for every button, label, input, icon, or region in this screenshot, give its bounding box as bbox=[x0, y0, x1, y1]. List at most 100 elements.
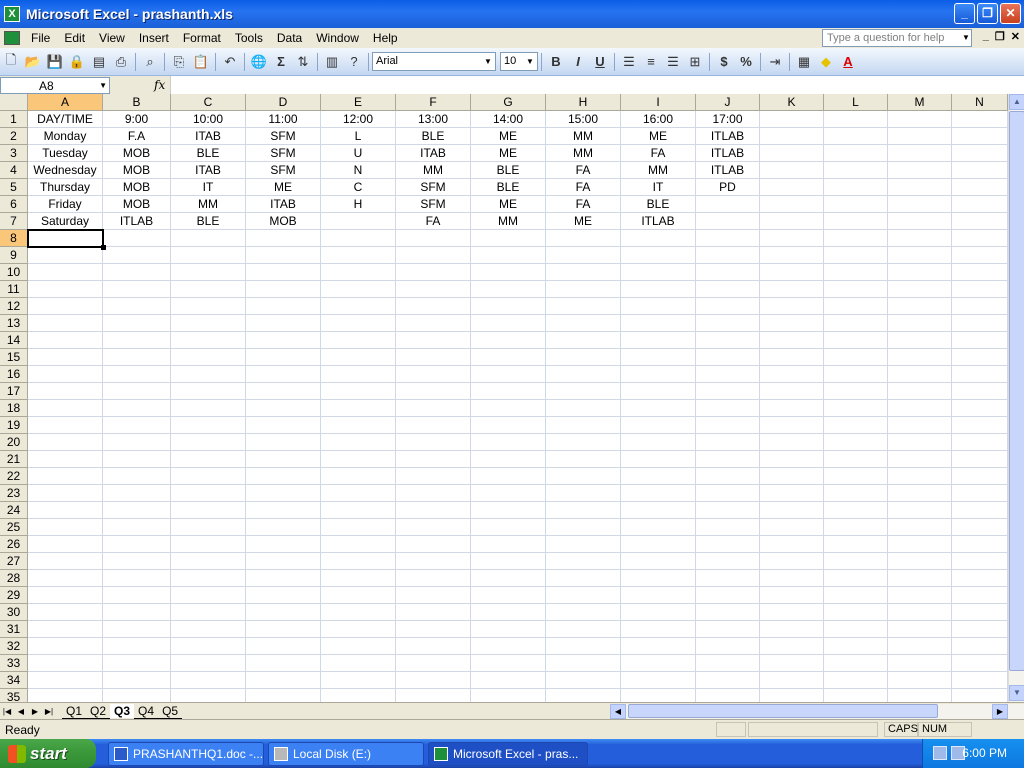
cell-b25[interactable] bbox=[103, 519, 171, 536]
cell-f3[interactable]: ITAB bbox=[396, 145, 471, 162]
cell-g10[interactable] bbox=[471, 264, 546, 281]
cell-c2[interactable]: ITAB bbox=[171, 128, 246, 145]
cell-i31[interactable] bbox=[621, 621, 696, 638]
cell-c14[interactable] bbox=[171, 332, 246, 349]
cell-c1[interactable]: 10:00 bbox=[171, 111, 246, 128]
cell-g18[interactable] bbox=[471, 400, 546, 417]
cell-e14[interactable] bbox=[321, 332, 396, 349]
cell-m7[interactable] bbox=[888, 213, 952, 230]
scroll-right-icon[interactable]: ▶ bbox=[992, 704, 1008, 719]
cell-b10[interactable] bbox=[103, 264, 171, 281]
cell-c34[interactable] bbox=[171, 672, 246, 689]
cell-h21[interactable] bbox=[546, 451, 621, 468]
merge-center-icon[interactable]: ⊞ bbox=[685, 52, 705, 72]
fill-handle[interactable] bbox=[101, 245, 106, 250]
cell-c3[interactable]: BLE bbox=[171, 145, 246, 162]
cell-d33[interactable] bbox=[246, 655, 321, 672]
cell-n5[interactable] bbox=[952, 179, 1008, 196]
cell-g33[interactable] bbox=[471, 655, 546, 672]
next-sheet-icon[interactable]: ▶ bbox=[28, 707, 42, 716]
cell-f34[interactable] bbox=[396, 672, 471, 689]
restore-button[interactable]: ❐ bbox=[977, 3, 998, 24]
cell-l17[interactable] bbox=[824, 383, 888, 400]
cell-f16[interactable] bbox=[396, 366, 471, 383]
cell-b29[interactable] bbox=[103, 587, 171, 604]
formula-input[interactable] bbox=[170, 76, 1024, 94]
row-header-10[interactable]: 10 bbox=[0, 264, 28, 281]
cell-m18[interactable] bbox=[888, 400, 952, 417]
cell-a9[interactable] bbox=[28, 247, 103, 264]
network-icon[interactable] bbox=[933, 746, 947, 760]
cell-g21[interactable] bbox=[471, 451, 546, 468]
cell-d1[interactable]: 11:00 bbox=[246, 111, 321, 128]
cell-d35[interactable] bbox=[246, 689, 321, 702]
cell-l8[interactable] bbox=[824, 230, 888, 247]
cell-k1[interactable] bbox=[760, 111, 824, 128]
cell-a15[interactable] bbox=[28, 349, 103, 366]
cell-h22[interactable] bbox=[546, 468, 621, 485]
cell-m13[interactable] bbox=[888, 315, 952, 332]
cell-c22[interactable] bbox=[171, 468, 246, 485]
copy-icon[interactable]: ⎘ bbox=[169, 52, 189, 72]
cell-k16[interactable] bbox=[760, 366, 824, 383]
cell-a18[interactable] bbox=[28, 400, 103, 417]
cell-b14[interactable] bbox=[103, 332, 171, 349]
cell-i35[interactable] bbox=[621, 689, 696, 702]
cell-m11[interactable] bbox=[888, 281, 952, 298]
row-header-17[interactable]: 17 bbox=[0, 383, 28, 400]
cell-g30[interactable] bbox=[471, 604, 546, 621]
cell-m19[interactable] bbox=[888, 417, 952, 434]
close-button[interactable]: ✕ bbox=[1000, 3, 1021, 24]
cell-g12[interactable] bbox=[471, 298, 546, 315]
cell-e3[interactable]: U bbox=[321, 145, 396, 162]
cell-d3[interactable]: SFM bbox=[246, 145, 321, 162]
cell-k31[interactable] bbox=[760, 621, 824, 638]
cell-f20[interactable] bbox=[396, 434, 471, 451]
row-header-20[interactable]: 20 bbox=[0, 434, 28, 451]
cell-a34[interactable] bbox=[28, 672, 103, 689]
cell-l23[interactable] bbox=[824, 485, 888, 502]
cell-n29[interactable] bbox=[952, 587, 1008, 604]
menu-format[interactable]: Format bbox=[176, 31, 228, 45]
cell-b2[interactable]: F.A bbox=[103, 128, 171, 145]
doc-restore-icon[interactable]: ❐ bbox=[995, 30, 1005, 43]
cell-g3[interactable]: ME bbox=[471, 145, 546, 162]
cell-j4[interactable]: ITLAB bbox=[696, 162, 760, 179]
select-all-corner[interactable] bbox=[0, 94, 28, 111]
cell-n28[interactable] bbox=[952, 570, 1008, 587]
cell-b5[interactable]: MOB bbox=[103, 179, 171, 196]
cell-n4[interactable] bbox=[952, 162, 1008, 179]
cell-n23[interactable] bbox=[952, 485, 1008, 502]
cell-h16[interactable] bbox=[546, 366, 621, 383]
cell-b18[interactable] bbox=[103, 400, 171, 417]
cell-e27[interactable] bbox=[321, 553, 396, 570]
cell-k32[interactable] bbox=[760, 638, 824, 655]
minimize-button[interactable]: _ bbox=[954, 3, 975, 24]
worksheet-grid[interactable]: A B C D E F G H I J K L M N 1 DAY/TIME 9:00 10:00 11:00 12:… bbox=[0, 94, 1008, 702]
cell-i19[interactable] bbox=[621, 417, 696, 434]
row-header-22[interactable]: 22 bbox=[0, 468, 28, 485]
cell-l24[interactable] bbox=[824, 502, 888, 519]
column-header-e[interactable]: E bbox=[321, 94, 396, 111]
cell-j15[interactable] bbox=[696, 349, 760, 366]
cell-n34[interactable] bbox=[952, 672, 1008, 689]
cell-l5[interactable] bbox=[824, 179, 888, 196]
help-dropdown-icon[interactable]: ▼ bbox=[960, 30, 972, 46]
cell-m15[interactable] bbox=[888, 349, 952, 366]
cell-g34[interactable] bbox=[471, 672, 546, 689]
cell-g13[interactable] bbox=[471, 315, 546, 332]
menu-tools[interactable]: Tools bbox=[228, 31, 270, 45]
cell-h34[interactable] bbox=[546, 672, 621, 689]
cell-l7[interactable] bbox=[824, 213, 888, 230]
cell-f7[interactable]: FA bbox=[396, 213, 471, 230]
excel-app-icon[interactable]: X bbox=[4, 6, 20, 22]
cell-b15[interactable] bbox=[103, 349, 171, 366]
cell-i30[interactable] bbox=[621, 604, 696, 621]
row-header-35[interactable]: 35 bbox=[0, 689, 28, 702]
cell-n32[interactable] bbox=[952, 638, 1008, 655]
cell-a14[interactable] bbox=[28, 332, 103, 349]
cell-a26[interactable] bbox=[28, 536, 103, 553]
cell-c21[interactable] bbox=[171, 451, 246, 468]
cell-d9[interactable] bbox=[246, 247, 321, 264]
row-header-28[interactable]: 28 bbox=[0, 570, 28, 587]
